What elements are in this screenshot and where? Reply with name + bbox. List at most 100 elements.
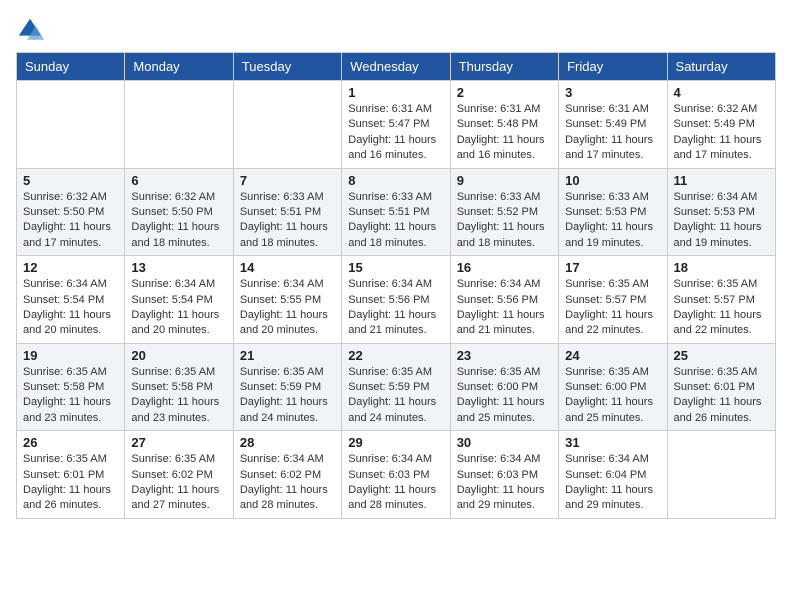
day-info: Sunrise: 6:32 AM Sunset: 5:49 PM Dayligh…	[674, 102, 769, 164]
day-number: 16	[457, 260, 552, 275]
calendar-cell: 10 Sunrise: 6:33 AM Sunset: 5:53 PM Dayli…	[559, 168, 667, 256]
calendar-cell: 5 Sunrise: 6:32 AM Sunset: 5:50 PM Daylig…	[17, 168, 125, 256]
calendar-cell: 19Sunrise: 6:35 AM Sunset: 5:58 PM Dayli…	[17, 343, 125, 431]
day-info: Sunrise: 6:35 AM Sunset: 6:02 PM Dayligh…	[131, 452, 226, 514]
day-number: 21	[240, 348, 335, 363]
day-info: Sunrise: 6:31 AM Sunset: 5:47 PM Dayligh…	[348, 102, 443, 164]
calendar-cell	[667, 431, 775, 519]
calendar-cell: 23 Sunrise: 6:35 AM Sunset: 6:00 PM Dayli…	[450, 343, 558, 431]
calendar-cell: 15 Sunrise: 6:34 AM Sunset: 5:56 PM Dayli…	[342, 256, 450, 344]
day-info: Sunrise: 6:34 AM Sunset: 5:54 PM Dayligh…	[131, 277, 226, 339]
day-info: Sunrise: 6:33 AM Sunset: 5:53 PM Dayligh…	[565, 190, 660, 252]
day-info: Sunrise: 6:35 AM Sunset: 5:59 PM Dayligh…	[348, 365, 443, 427]
calendar-cell: 26 Sunrise: 6:35 AM Sunset: 6:01 PM Dayli…	[17, 431, 125, 519]
calendar-cell: 3 Sunrise: 6:31 AM Sunset: 5:49 PM Daylig…	[559, 81, 667, 169]
day-number: 6	[131, 173, 226, 188]
day-info: Sunrise: 6:35 AM Sunset: 6:01 PM Dayligh…	[674, 365, 769, 427]
day-number: 18	[674, 260, 769, 275]
day-info: Sunrise: 6:33 AM Sunset: 5:51 PM Dayligh…	[240, 190, 335, 252]
day-number: 2	[457, 85, 552, 100]
day-info: Sunrise: 6:34 AM Sunset: 6:03 PM Dayligh…	[457, 452, 552, 514]
day-of-week-header: Saturday	[667, 53, 775, 81]
day-number: 24	[565, 348, 660, 363]
day-info: Sunrise: 6:32 AM Sunset: 5:50 PM Dayligh…	[23, 190, 118, 252]
day-number: 3	[565, 85, 660, 100]
day-number: 4	[674, 85, 769, 100]
day-number: 23	[457, 348, 552, 363]
day-info: Sunrise: 6:34 AM Sunset: 5:56 PM Dayligh…	[348, 277, 443, 339]
day-number: 9	[457, 173, 552, 188]
day-info: Sunrise: 6:32 AM Sunset: 5:50 PM Dayligh…	[131, 190, 226, 252]
day-number: 8	[348, 173, 443, 188]
day-info: Sunrise: 6:35 AM Sunset: 5:57 PM Dayligh…	[674, 277, 769, 339]
calendar-cell: 11 Sunrise: 6:34 AM Sunset: 5:53 PM Dayli…	[667, 168, 775, 256]
day-info: Sunrise: 6:34 AM Sunset: 5:56 PM Dayligh…	[457, 277, 552, 339]
day-info: Sunrise: 6:34 AM Sunset: 6:04 PM Dayligh…	[565, 452, 660, 514]
day-number: 31	[565, 435, 660, 450]
calendar-cell: 22 Sunrise: 6:35 AM Sunset: 5:59 PM Dayli…	[342, 343, 450, 431]
calendar-cell: 29 Sunrise: 6:34 AM Sunset: 6:03 PM Dayli…	[342, 431, 450, 519]
day-info: Sunrise: 6:34 AM Sunset: 5:55 PM Dayligh…	[240, 277, 335, 339]
day-number: 19	[23, 348, 118, 363]
day-of-week-header: Tuesday	[233, 53, 341, 81]
day-of-week-header: Friday	[559, 53, 667, 81]
calendar-cell	[233, 81, 341, 169]
calendar-cell: 28Sunrise: 6:34 AM Sunset: 6:02 PM Dayli…	[233, 431, 341, 519]
calendar-week-row: 12Sunrise: 6:34 AM Sunset: 5:54 PM Dayli…	[17, 256, 776, 344]
calendar-cell: 16 Sunrise: 6:34 AM Sunset: 5:56 PM Dayli…	[450, 256, 558, 344]
day-number: 17	[565, 260, 660, 275]
calendar-cell: 12Sunrise: 6:34 AM Sunset: 5:54 PM Dayli…	[17, 256, 125, 344]
calendar-cell	[17, 81, 125, 169]
day-info: Sunrise: 6:33 AM Sunset: 5:52 PM Dayligh…	[457, 190, 552, 252]
day-of-week-header: Wednesday	[342, 53, 450, 81]
calendar-cell	[125, 81, 233, 169]
day-number: 29	[348, 435, 443, 450]
calendar-table: SundayMondayTuesdayWednesdayThursdayFrid…	[16, 52, 776, 519]
page-header	[16, 16, 776, 44]
day-info: Sunrise: 6:34 AM Sunset: 5:53 PM Dayligh…	[674, 190, 769, 252]
calendar-cell: 30Sunrise: 6:34 AM Sunset: 6:03 PM Dayli…	[450, 431, 558, 519]
day-info: Sunrise: 6:34 AM Sunset: 6:03 PM Dayligh…	[348, 452, 443, 514]
day-number: 7	[240, 173, 335, 188]
day-number: 15	[348, 260, 443, 275]
day-info: Sunrise: 6:35 AM Sunset: 6:00 PM Dayligh…	[457, 365, 552, 427]
calendar-cell: 14 Sunrise: 6:34 AM Sunset: 5:55 PM Dayli…	[233, 256, 341, 344]
logo	[16, 16, 48, 44]
day-info: Sunrise: 6:35 AM Sunset: 5:57 PM Dayligh…	[565, 277, 660, 339]
day-number: 5	[23, 173, 118, 188]
calendar-cell: 25 Sunrise: 6:35 AM Sunset: 6:01 PM Dayli…	[667, 343, 775, 431]
day-number: 14	[240, 260, 335, 275]
day-number: 13	[131, 260, 226, 275]
logo-icon	[16, 16, 44, 44]
day-info: Sunrise: 6:31 AM Sunset: 5:49 PM Dayligh…	[565, 102, 660, 164]
calendar-cell: 27 Sunrise: 6:35 AM Sunset: 6:02 PM Dayli…	[125, 431, 233, 519]
day-of-week-header: Monday	[125, 53, 233, 81]
calendar-week-row: 19Sunrise: 6:35 AM Sunset: 5:58 PM Dayli…	[17, 343, 776, 431]
calendar-cell: 7 Sunrise: 6:33 AM Sunset: 5:51 PM Daylig…	[233, 168, 341, 256]
day-number: 27	[131, 435, 226, 450]
day-number: 25	[674, 348, 769, 363]
day-number: 11	[674, 173, 769, 188]
day-number: 22	[348, 348, 443, 363]
day-info: Sunrise: 6:35 AM Sunset: 5:59 PM Dayligh…	[240, 365, 335, 427]
day-info: Sunrise: 6:35 AM Sunset: 6:01 PM Dayligh…	[23, 452, 118, 514]
day-info: Sunrise: 6:31 AM Sunset: 5:48 PM Dayligh…	[457, 102, 552, 164]
calendar-cell: 2 Sunrise: 6:31 AM Sunset: 5:48 PM Daylig…	[450, 81, 558, 169]
day-info: Sunrise: 6:34 AM Sunset: 5:54 PM Dayligh…	[23, 277, 118, 339]
calendar-week-row: 26 Sunrise: 6:35 AM Sunset: 6:01 PM Dayli…	[17, 431, 776, 519]
calendar-cell: 20Sunrise: 6:35 AM Sunset: 5:58 PM Dayli…	[125, 343, 233, 431]
calendar-week-row: 5 Sunrise: 6:32 AM Sunset: 5:50 PM Daylig…	[17, 168, 776, 256]
day-info: Sunrise: 6:35 AM Sunset: 6:00 PM Dayligh…	[565, 365, 660, 427]
calendar-cell: 31 Sunrise: 6:34 AM Sunset: 6:04 PM Dayli…	[559, 431, 667, 519]
day-number: 1	[348, 85, 443, 100]
day-number: 20	[131, 348, 226, 363]
day-number: 26	[23, 435, 118, 450]
calendar-week-row: 1 Sunrise: 6:31 AM Sunset: 5:47 PM Daylig…	[17, 81, 776, 169]
day-of-week-header: Sunday	[17, 53, 125, 81]
calendar-cell: 6 Sunrise: 6:32 AM Sunset: 5:50 PM Daylig…	[125, 168, 233, 256]
day-number: 10	[565, 173, 660, 188]
day-info: Sunrise: 6:33 AM Sunset: 5:51 PM Dayligh…	[348, 190, 443, 252]
day-number: 28	[240, 435, 335, 450]
calendar-cell: 9 Sunrise: 6:33 AM Sunset: 5:52 PM Daylig…	[450, 168, 558, 256]
calendar-header-row: SundayMondayTuesdayWednesdayThursdayFrid…	[17, 53, 776, 81]
